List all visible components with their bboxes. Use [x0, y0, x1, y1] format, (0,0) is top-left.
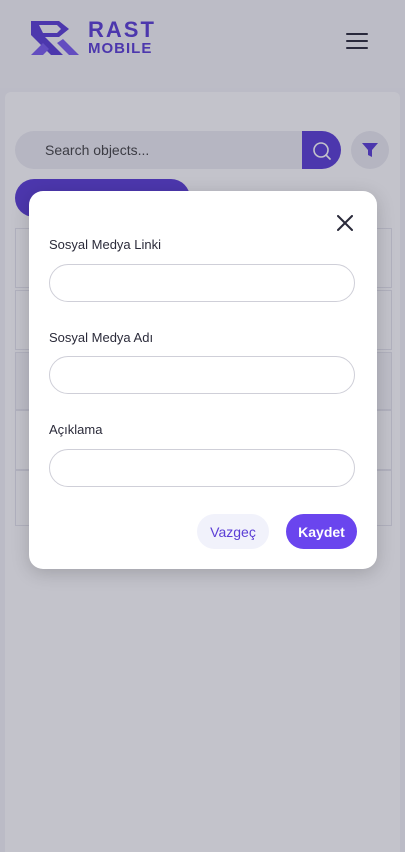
- save-button[interactable]: Kaydet: [286, 514, 357, 549]
- cancel-button[interactable]: Vazgeç: [197, 514, 269, 549]
- close-icon: [337, 215, 353, 231]
- social-media-link-input[interactable]: [49, 264, 355, 302]
- social-media-link-label: Sosyal Medya Linki: [49, 237, 161, 252]
- social-media-name-input[interactable]: [49, 356, 355, 394]
- social-media-dialog: Sosyal Medya Linki Sosyal Medya Adı Açık…: [29, 191, 377, 569]
- social-media-name-label: Sosyal Medya Adı: [49, 330, 154, 345]
- description-input[interactable]: [49, 449, 355, 487]
- close-button[interactable]: [333, 211, 357, 235]
- description-label: Açıklama: [49, 422, 103, 437]
